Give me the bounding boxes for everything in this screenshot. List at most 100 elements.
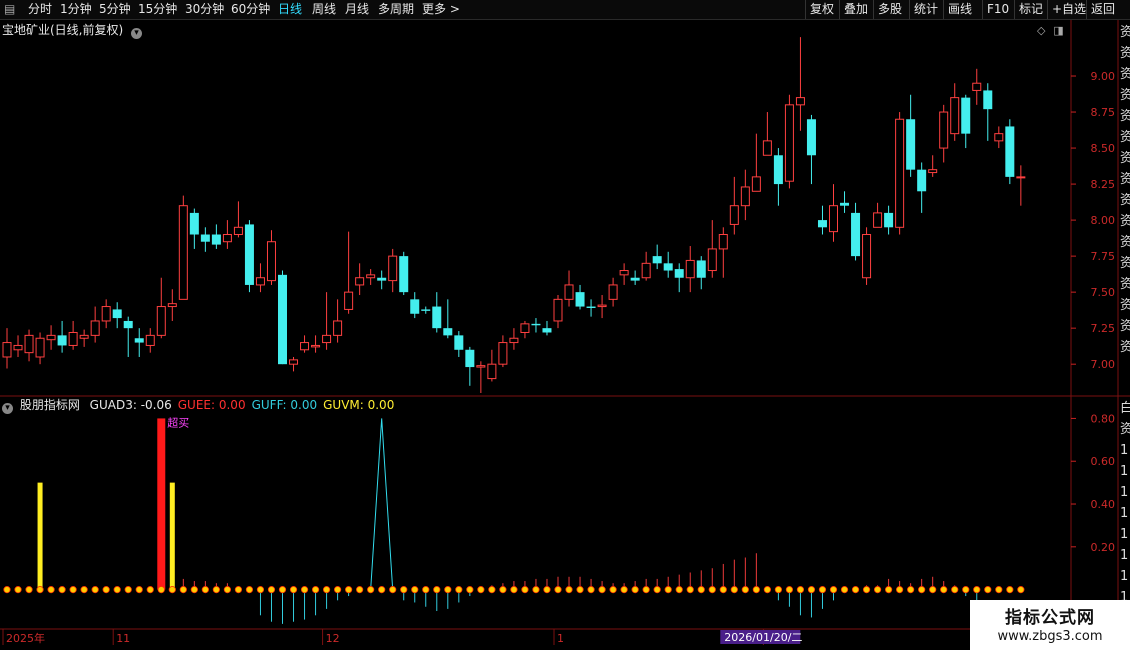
candle-body-up [233,226,243,236]
candle-body-up [24,334,34,354]
candle-body-up [939,111,949,149]
price-tick-label: 9.00 [1091,70,1116,83]
toolbar-action-7[interactable]: +自选 [1052,1,1086,18]
side-glyph: 1 [1120,527,1129,542]
diamond-icon[interactable]: ◇ [1037,24,1045,37]
guff-line [370,418,394,590]
candle-body-up [762,140,772,156]
zero-dot [58,586,66,594]
zero-dot [565,586,573,594]
price-tick-label: 8.00 [1091,214,1116,227]
zero-dot [477,586,485,594]
zero-dot [631,586,639,594]
zero-dot [973,586,981,594]
date-label: 2025年 [6,631,45,645]
period-tab-0[interactable]: 分时 [28,1,52,18]
candle-body-down [906,119,916,170]
signal-label: 超买 [167,415,189,429]
zero-dot [741,586,749,594]
chart-corner-tools: ◇ ◨ [1037,23,1064,38]
zero-dot [763,586,771,594]
candle-body-down [134,338,144,343]
period-tab-10[interactable]: 更多 > [422,1,460,18]
zero-dot [168,586,176,594]
toolbar-action-6[interactable]: 标记 [1019,1,1043,18]
candle-body-down [806,119,816,156]
window-icon[interactable]: ◨ [1053,24,1063,37]
candle-body-up [68,331,78,346]
candle-body-up [950,97,960,135]
zero-dot [829,586,838,594]
zero-dot [752,586,760,594]
candle-body-down [696,260,706,278]
zero-dot [488,586,496,594]
side-glyph: 资 [1120,193,1130,208]
toolbar-action-8[interactable]: 返回 [1091,1,1115,18]
right-info-strip: 资资资资资资资资资资资资资资资资 [1120,22,1130,358]
candle-body-up [46,334,56,341]
zero-dot [47,586,55,594]
side-glyph: 资 [1120,319,1130,334]
candle-body-up [366,274,376,279]
period-toolbar: 分时 1分钟 5分钟 15分钟 30分钟 60分钟 日线 周线 月线 多周期 更多 > ▤ 复权 叠加 多股… [0,0,1130,20]
candle-body-down [884,212,894,228]
candle-body-down [983,90,993,110]
period-tab-6[interactable]: 日线 [278,1,302,18]
toolbar-action-4[interactable]: 画线 [948,1,972,18]
candle-body-up [784,104,794,182]
side-glyph: 1 [1120,569,1129,584]
zero-dot [433,586,441,594]
toolbar-divider [805,0,806,19]
side-glyph: 1 [1120,443,1129,458]
candle-body-up [729,205,739,225]
candle-body-down [421,309,431,311]
candle-body-up [35,337,45,358]
zero-dot [697,586,705,594]
candle-body-down [410,299,420,314]
guvm-bar [169,482,175,590]
candle-body-up [718,234,728,250]
side-glyph: 资 [1120,422,1130,437]
indicator-header: ▾ 股朋指标网 GUAD3: -0.06 GUEE: 0.00 GUFF: 0.00… [2,398,394,414]
menu-icon[interactable]: ▤ [4,1,15,18]
period-tab-1[interactable]: 1分钟 [60,1,92,18]
toolbar-action-1[interactable]: 叠加 [844,1,868,18]
zero-dot [499,586,507,594]
toolbar-action-2[interactable]: 多股 [878,1,902,18]
zero-dot [675,586,683,594]
period-tab-7[interactable]: 周线 [312,1,336,18]
toolbar-action-0[interactable]: 复权 [810,1,834,18]
candle-body-down [773,155,783,185]
toolbar-divider [1014,0,1015,19]
price-axis: 9.00 8.75 8.50 8.25 8.00 7.75 7.50 7.25 7.00 [1071,70,1115,371]
indicator-series: 超买 [3,415,1025,624]
side-glyph: 资 [1120,109,1130,124]
period-tab-5[interactable]: 60分钟 [231,1,270,18]
toolbar-divider [839,0,840,19]
zero-dot [201,586,209,594]
candle-body-up [928,169,938,174]
toolbar-action-5[interactable]: F10 [987,1,1009,18]
indicator-dropdown-icon[interactable]: ▾ [2,403,13,414]
price-tick-label: 8.50 [1091,142,1116,155]
price-tick-label: 7.00 [1091,358,1116,371]
period-tab-8[interactable]: 月线 [345,1,369,18]
right-indicator-strip: 白资11111111 [1120,398,1130,608]
toolbar-divider [909,0,910,19]
zero-dot [378,586,386,594]
toolbar-divider [873,0,874,19]
zero-dot [36,586,44,594]
title-dropdown-icon[interactable]: ▾ [131,28,143,39]
kline-chart: 9.008.758.508.258.007.757.507.257.00 超买 … [0,20,1130,650]
period-tab-2[interactable]: 5分钟 [99,1,131,18]
candle-body-up [222,234,232,243]
period-tab-9[interactable]: 多周期 [378,1,414,18]
period-tab-3[interactable]: 15分钟 [138,1,177,18]
zero-dot [69,586,77,594]
zero-dot [234,586,243,594]
side-glyph: 资 [1120,67,1130,82]
zero-dot [807,586,816,594]
toolbar-action-3[interactable]: 统计 [914,1,938,18]
zero-dot [333,586,342,594]
period-tab-4[interactable]: 30分钟 [185,1,224,18]
